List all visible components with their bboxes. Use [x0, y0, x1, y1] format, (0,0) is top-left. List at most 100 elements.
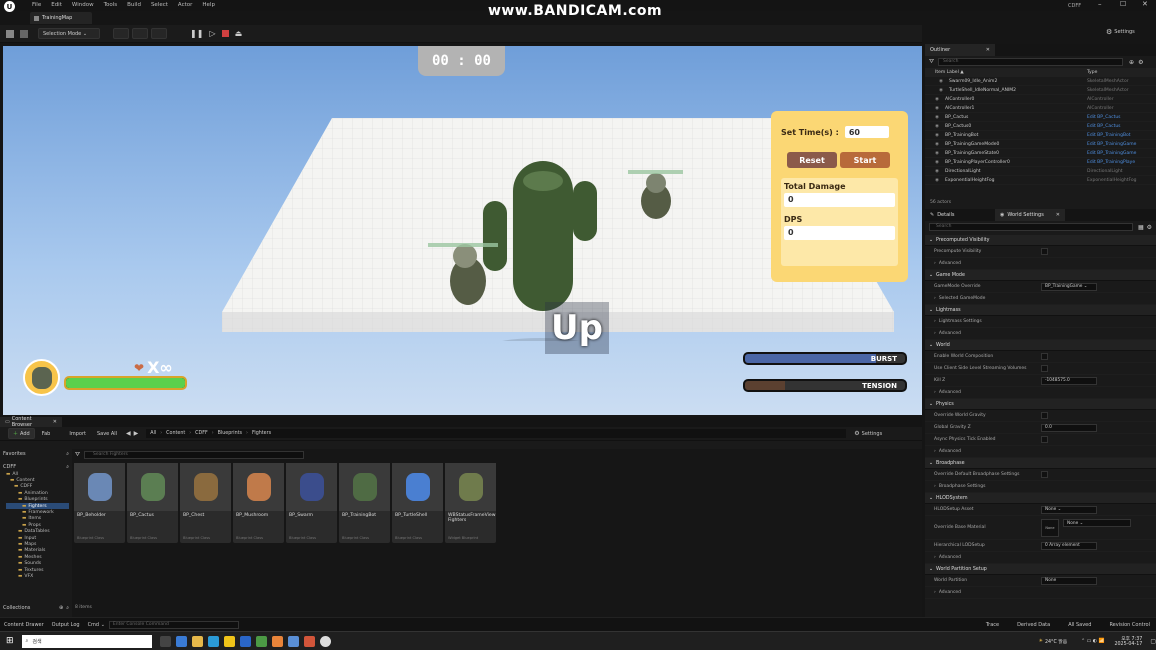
details-subsection[interactable]: › Advanced — [925, 258, 1156, 270]
outliner-row[interactable]: ◉ BP_TrainingGameMode0 Edit BP_TrainingGam… — [925, 140, 1156, 149]
filter-icon[interactable]: ⛛ — [929, 58, 934, 66]
outliner-item-type[interactable]: Edit BP_TrainingGame — [1087, 151, 1136, 156]
minimize-icon[interactable]: – — [1098, 0, 1102, 8]
unreal-taskbar-icon[interactable] — [319, 635, 331, 647]
breadcrumb-item[interactable]: Fighters — [252, 431, 271, 436]
outliner-row[interactable]: ◉ DirectionalLight DirectionalLight — [925, 167, 1156, 176]
menu-edit[interactable]: Edit — [51, 2, 62, 8]
menu-select[interactable]: Select — [151, 2, 168, 8]
asset-tile[interactable]: BP_Cactus Blueprint Class — [127, 463, 178, 543]
set-time-input[interactable]: 60 — [844, 126, 889, 138]
outliner-settings-icon[interactable]: ⚙ — [1138, 59, 1143, 66]
asset-tile[interactable]: BP_Beholder Blueprint Class — [74, 463, 125, 543]
menu-file[interactable]: File — [32, 2, 41, 8]
app-icon-3[interactable] — [223, 635, 235, 647]
stop-icon[interactable] — [221, 30, 229, 37]
details-subsection[interactable]: › Advanced — [925, 587, 1156, 599]
outliner-item-type[interactable]: SkeletalMeshActor — [1087, 79, 1129, 84]
details-subsection[interactable]: › Lightmass Settings — [925, 316, 1156, 328]
property-value[interactable]: None — [1041, 576, 1097, 585]
search-icon[interactable]: ⌕ — [66, 451, 69, 457]
content-settings-button[interactable]: ⚙ Settings — [854, 430, 882, 437]
property-checkbox[interactable] — [1041, 248, 1048, 255]
all-saved-button[interactable]: All Saved — [1068, 622, 1091, 628]
import-button[interactable]: Import — [65, 428, 90, 439]
details-subsection[interactable]: › Broadphase Settings — [925, 481, 1156, 493]
material-picker[interactable]: None ⌄ — [1063, 519, 1131, 527]
property-checkbox[interactable] — [1041, 353, 1048, 360]
filter-icon[interactable]: ⛛ — [75, 451, 80, 459]
app-icon-1[interactable] — [175, 635, 187, 647]
tray-icons[interactable]: ⌃ ▭ ◐ 📶 — [1081, 639, 1104, 644]
details-tab[interactable]: ✎ Details — [925, 209, 995, 221]
blueprint-button[interactable] — [132, 28, 148, 39]
details-section-header[interactable]: ⌄ World Partition Setup — [925, 564, 1156, 575]
breadcrumb-item[interactable]: CDFF — [195, 431, 208, 436]
details-section-header[interactable]: ⌄ Precomputed Visibility — [925, 235, 1156, 246]
quick-add-button[interactable] — [113, 28, 129, 39]
close-icon[interactable]: ✕ — [1142, 0, 1148, 8]
menu-build[interactable]: Build — [127, 2, 141, 8]
windows-start-icon[interactable]: ⊞ — [6, 636, 14, 646]
asset-tile[interactable]: BP_TurtleShell Blueprint Class — [392, 463, 443, 543]
outliner-row[interactable]: ◉ ExponentialHeightFog ExponentialHeightFo… — [925, 176, 1156, 185]
menu-tools[interactable]: Tools — [104, 2, 118, 8]
outliner-item-type[interactable]: DirectionalLight — [1087, 169, 1123, 174]
property-value[interactable]: BP_TrainingGame ⌄ — [1041, 282, 1097, 291]
world-settings-tab[interactable]: ◉ World Settings ✕ — [995, 209, 1065, 221]
asset-tile[interactable]: BP_TrainingBot Blueprint Class — [339, 463, 390, 543]
breadcrumb-item[interactable]: Content — [166, 431, 185, 436]
add-button[interactable]: ＋ Add — [8, 428, 35, 439]
asset-tile[interactable]: BP_Mushroom Blueprint Class — [233, 463, 284, 543]
trace-button[interactable]: Trace — [986, 622, 999, 628]
maximize-icon[interactable]: ☐ — [1120, 0, 1126, 8]
col-type[interactable]: Type — [1087, 70, 1097, 75]
taskbar-search[interactable]: ⌕ 검색 — [21, 634, 152, 648]
details-subsection[interactable]: › Advanced — [925, 446, 1156, 458]
notification-icon[interactable]: ▢ — [1150, 638, 1156, 645]
add-collection-icon[interactable]: ⊕ — [59, 605, 63, 611]
add-actor-icon[interactable]: ⊕ — [1129, 59, 1134, 66]
details-subsection[interactable]: › Advanced — [925, 552, 1156, 564]
property-checkbox[interactable] — [1041, 412, 1048, 419]
property-checkbox[interactable] — [1041, 365, 1048, 372]
output-log-button[interactable]: Output Log — [52, 622, 80, 628]
details-section-header[interactable]: ⌄ Lightmass — [925, 305, 1156, 316]
browse-icon[interactable] — [20, 29, 28, 38]
outliner-tab[interactable]: Outliner ✕ — [925, 44, 995, 56]
level-tab[interactable]: TrainingMap — [30, 12, 92, 24]
app-icon-4[interactable] — [239, 635, 251, 647]
save-all-button[interactable]: Save All — [93, 428, 121, 439]
property-value[interactable]: 0 Array element — [1041, 541, 1097, 550]
app-icon-5[interactable] — [255, 635, 267, 647]
reset-button[interactable]: Reset — [787, 152, 837, 168]
asset-search-input[interactable]: Search Fighters — [84, 450, 305, 459]
weather-text[interactable]: 24°C 맑음 — [1045, 638, 1067, 645]
table-view-icon[interactable]: ▦ — [1138, 224, 1144, 231]
forward-icon[interactable]: ▶ — [134, 430, 139, 437]
outliner-row[interactable]: ◉ TurtleShell_IdleNormal_ANIM2 SkeletalMes… — [925, 86, 1156, 95]
material-thumbnail[interactable]: None — [1041, 519, 1059, 537]
outliner-row[interactable]: ◉ BP_TrainingPlayerController0 Edit BP_Tra… — [925, 158, 1156, 167]
step-icon[interactable]: ▷ — [209, 29, 215, 38]
unreal-logo-icon[interactable]: U — [4, 1, 15, 12]
outliner-item-type[interactable]: AIController — [1087, 97, 1114, 102]
menu-window[interactable]: Window — [72, 2, 94, 8]
content-browser-tab[interactable]: ▭ Content Browser ✕ — [0, 416, 62, 428]
selection-mode-button[interactable]: Selection Mode ⌄ — [38, 28, 100, 39]
collections-header[interactable]: Collections ⊕ ⌕ — [3, 603, 69, 612]
eject-icon[interactable]: ⏏ — [235, 29, 243, 38]
col-item-label[interactable]: Item Label ▲ — [935, 70, 1087, 75]
derived-data-button[interactable]: Derived Data — [1017, 622, 1050, 628]
details-subsection[interactable]: › Selected GameMode — [925, 293, 1156, 305]
details-section-header[interactable]: ⌄ World — [925, 340, 1156, 351]
cmd-dropdown[interactable]: Cmd ⌄ — [88, 622, 105, 628]
details-section-header[interactable]: ⌄ Physics — [925, 399, 1156, 410]
asset-tile[interactable]: BP_Chest Blueprint Class — [180, 463, 231, 543]
search-icon[interactable]: ⌕ — [66, 605, 69, 611]
file-explorer-icon[interactable] — [191, 635, 203, 647]
asset-tile[interactable]: WBStatusFrameView Fighters Widget Bluepri… — [445, 463, 496, 543]
app-icon-7[interactable] — [287, 635, 299, 647]
outliner-row[interactable]: ◉ BP_Cactus Edit BP_Cactus — [925, 113, 1156, 122]
property-value[interactable]: None ⌄ — [1041, 505, 1097, 514]
